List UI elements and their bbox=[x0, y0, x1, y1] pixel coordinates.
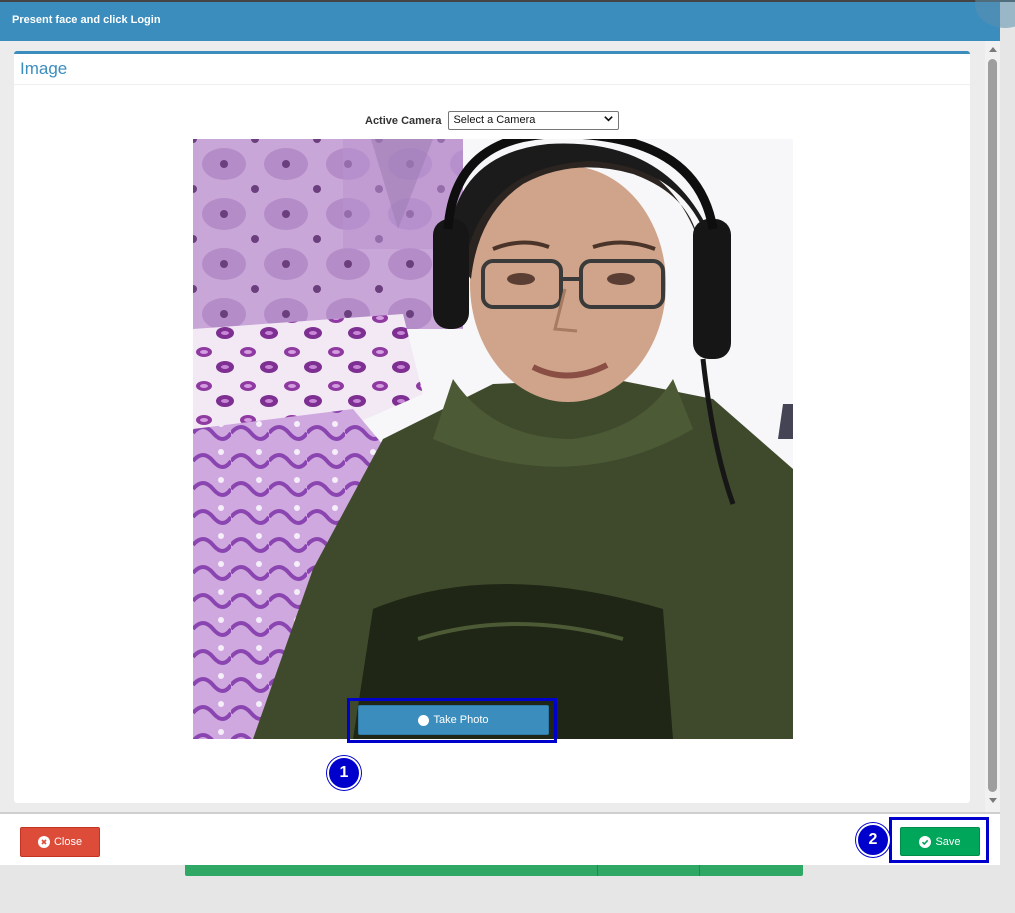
save-label: Save bbox=[935, 835, 961, 848]
chevron-down-icon bbox=[604, 116, 614, 122]
scroll-down-icon[interactable] bbox=[989, 798, 997, 803]
modal-title: Present face and click Login bbox=[12, 14, 161, 26]
take-photo-label: Take Photo bbox=[433, 714, 489, 726]
scroll-up-icon[interactable] bbox=[989, 47, 997, 52]
camera-select-value: Select a Camera bbox=[453, 114, 536, 126]
image-panel: Image Active Camera Select a Camera bbox=[14, 51, 970, 803]
background-login-bar bbox=[185, 865, 803, 876]
circle-icon bbox=[418, 714, 430, 726]
take-photo-button[interactable]: Take Photo bbox=[358, 705, 549, 735]
check-circle-icon bbox=[919, 835, 932, 848]
scroll-thumb[interactable] bbox=[988, 59, 997, 792]
close-circle-icon bbox=[37, 836, 50, 848]
camera-row: Active Camera Select a Camera bbox=[365, 111, 620, 130]
camera-preview bbox=[193, 139, 793, 739]
camera-select[interactable]: Select a Camera bbox=[448, 111, 620, 130]
annotation-badge-2: 2 bbox=[856, 823, 890, 857]
modal-header: Present face and click Login bbox=[0, 2, 1000, 41]
bar-divider bbox=[597, 865, 598, 876]
close-button[interactable]: Close bbox=[20, 827, 100, 857]
modal-body: Image Active Camera Select a Camera bbox=[0, 41, 1000, 812]
annotation-badge-1: 1 bbox=[327, 756, 361, 790]
modal-footer: Close Save 2 bbox=[0, 812, 1000, 865]
camera-label: Active Camera bbox=[365, 114, 442, 127]
webcam-image bbox=[193, 139, 793, 739]
save-button[interactable]: Save bbox=[900, 827, 980, 856]
bar-divider bbox=[699, 865, 700, 876]
panel-title: Image bbox=[14, 54, 970, 85]
scrollbar[interactable] bbox=[985, 41, 1000, 812]
close-label: Close bbox=[53, 836, 83, 848]
